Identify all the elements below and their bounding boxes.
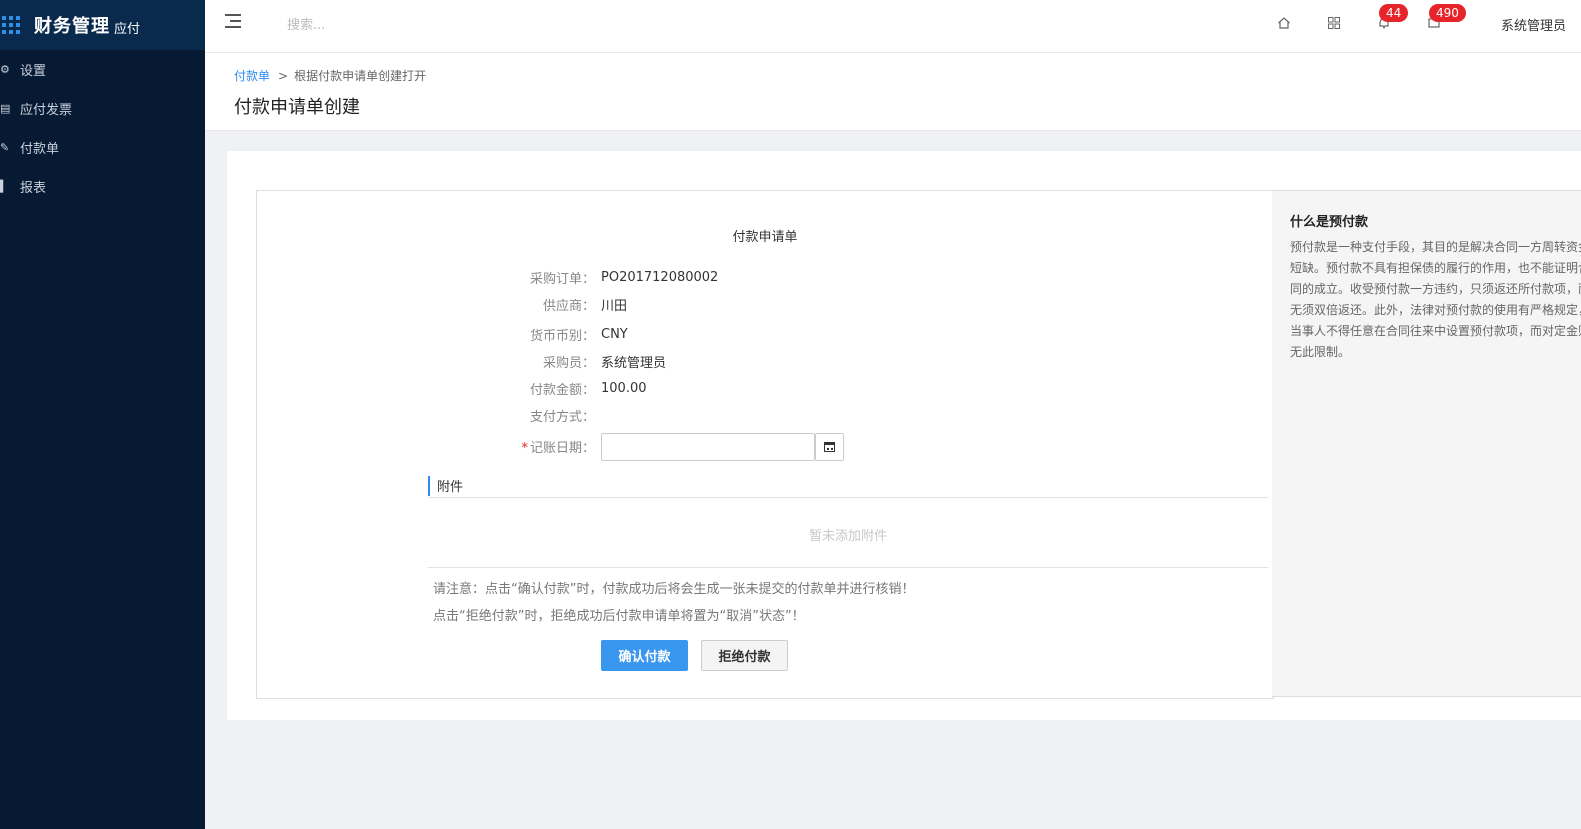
sidebar-item-label: 报表 <box>20 181 47 196</box>
field-label: 货币币别： <box>529 328 595 344</box>
field-label: 采购订单： <box>529 271 595 287</box>
field-value: 100.00 <box>601 380 647 396</box>
calendar-icon <box>824 442 835 452</box>
field-label: 付款金额： <box>529 382 595 398</box>
attachments-empty-text: 暂未添加附件 <box>808 529 887 544</box>
invoice-icon: ▤ <box>0 102 11 115</box>
sidebar-item-label: 付款单 <box>20 142 60 157</box>
sidebar-item-label: 应付发票 <box>20 103 73 118</box>
payment-doc-icon: ✎ <box>0 141 10 154</box>
app-title: 财务管理 <box>34 16 110 37</box>
field-value: CNY <box>601 326 628 342</box>
home-icon[interactable] <box>1273 12 1295 34</box>
breadcrumb-separator: > <box>278 69 289 83</box>
field-label: 采购员： <box>542 355 595 371</box>
field-amount: 付款金额： 100.00 <box>257 378 647 398</box>
field-label: 支付方式： <box>529 409 595 425</box>
field-payment-method: 支付方式： <box>257 405 601 425</box>
breadcrumb: 付款单 > 根据付款申请单创建打开 <box>234 67 426 84</box>
user-menu[interactable]: 系统管理员 <box>1501 15 1566 34</box>
calendar-button[interactable] <box>815 433 844 461</box>
note-confirm: 请注意：点击“确认付款”时，付款成功后将会生成一张未提交的付款单并进行核销！ <box>433 582 915 597</box>
payment-request-form: 付款申请单 采购订单： PO201712080002 供应商： 川田 货币币别：… <box>256 190 1274 699</box>
note-reject: 点击“拒绝付款”时，拒绝成功后付款申请单将置为“取消”状态”！ <box>433 609 805 624</box>
gear-icon: ⚙ <box>0 63 10 76</box>
field-currency: 货币币别： CNY <box>257 324 628 344</box>
menu-toggle-icon[interactable] <box>225 12 241 30</box>
field-label: 供应商： <box>542 298 595 314</box>
sidebar-item-reports[interactable]: ▍ 报表 <box>0 167 205 206</box>
field-buyer: 采购员： 系统管理员 <box>257 351 666 371</box>
required-mark: * <box>521 440 528 456</box>
sidebar-item-label: 设置 <box>20 64 47 79</box>
help-panel: 什么是预付款 预付款是一种支付手段，其目的是解决合同一方周转资金短缺。预付款不具… <box>1272 190 1581 697</box>
confirm-payment-button[interactable]: 确认付款 <box>601 640 688 671</box>
message-icon[interactable]: 490 <box>1423 4 1466 34</box>
divider <box>428 567 1268 568</box>
sidebar: 财务管理 应付 ⚙ 设置 ▤ 应付发票 ✎ 付款单 ▍ 报表 <box>0 0 205 829</box>
help-title: 什么是预付款 <box>1290 215 1369 230</box>
posting-date-input[interactable] <box>601 433 815 461</box>
sidebar-item-invoices[interactable]: ▤ 应付发票 <box>0 89 205 128</box>
message-badge: 490 <box>1429 4 1466 22</box>
field-label: * 记账日期： <box>521 440 595 456</box>
help-text: 预付款是一种支付手段，其目的是解决合同一方周转资金短缺。预付款不具有担保债的履行… <box>1290 240 1581 359</box>
page-title: 付款申请单创建 <box>234 97 360 118</box>
attachments-section-title: 附件 <box>428 476 1268 496</box>
app-module: 应付 <box>114 22 141 37</box>
page-header: 付款单 > 根据付款申请单创建打开 付款申请单创建 <box>205 53 1581 131</box>
field-purchase-order: 采购订单： PO201712080002 <box>257 267 718 287</box>
bell-icon[interactable]: 44 <box>1373 4 1409 34</box>
apps-grid-icon <box>2 16 20 34</box>
sidebar-item-settings[interactable]: ⚙ 设置 <box>0 50 205 89</box>
field-posting-date: * 记账日期： <box>257 436 595 456</box>
breadcrumb-current: 根据付款申请单创建打开 <box>294 69 427 83</box>
field-value: 川田 <box>601 298 628 314</box>
bar-chart-icon: ▍ <box>0 180 9 193</box>
field-supplier: 供应商： 川田 <box>257 294 627 314</box>
reject-payment-button[interactable]: 拒绝付款 <box>701 640 788 671</box>
brand-header[interactable]: 财务管理 应付 <box>0 0 205 50</box>
notification-badge: 44 <box>1379 4 1409 22</box>
field-value: PO201712080002 <box>601 269 719 285</box>
sidebar-item-payments[interactable]: ✎ 付款单 <box>0 128 205 167</box>
divider <box>428 497 1268 498</box>
form-title: 付款申请单 <box>732 230 798 245</box>
top-header: 44 490 系统管理员 <box>205 0 1581 53</box>
grid-icon[interactable] <box>1323 12 1345 34</box>
search-input[interactable] <box>285 12 549 38</box>
field-value: 系统管理员 <box>601 355 667 371</box>
breadcrumb-link-payments[interactable]: 付款单 <box>234 69 270 83</box>
